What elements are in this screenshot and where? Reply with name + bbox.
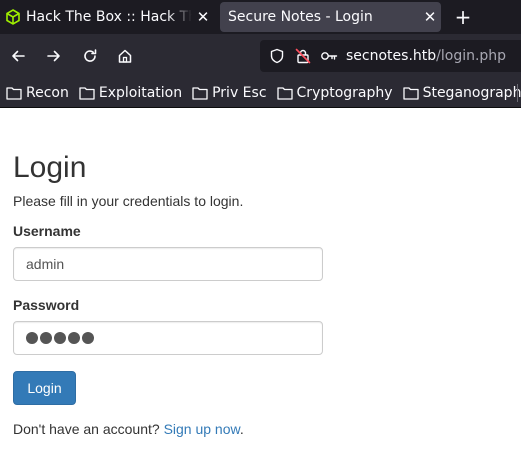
htb-cube-icon <box>6 9 20 25</box>
folder-icon <box>79 86 95 100</box>
bookmark-label: Exploitation <box>98 84 183 101</box>
tab-secure-notes[interactable]: Secure Notes - Login ✕ <box>220 2 441 32</box>
password-field[interactable] <box>13 321 323 355</box>
new-tab-button[interactable]: + <box>452 3 474 31</box>
reload-icon <box>84 49 97 62</box>
url-bar[interactable]: secnotes.htb/login.php <box>260 40 521 72</box>
folder-icon <box>192 86 208 100</box>
arrow-right-icon <box>47 50 60 62</box>
password-dot <box>82 332 94 344</box>
bookmark-exploitation[interactable]: Exploitation <box>79 85 182 101</box>
bookmark-recon[interactable]: Recon <box>6 85 69 101</box>
home-icon <box>118 49 132 63</box>
signup-link[interactable]: Sign up now <box>164 421 240 437</box>
bookmark-label: Recon <box>26 84 69 101</box>
url-text[interactable]: secnotes.htb/login.php <box>346 48 506 64</box>
password-mask <box>26 332 94 344</box>
insecure-lock-icon[interactable] <box>294 47 312 65</box>
password-dot <box>26 332 38 344</box>
tab-title: Secure Notes - Login <box>228 9 373 25</box>
bookmark-label: Cryptography <box>296 84 393 101</box>
shield-icon[interactable] <box>268 47 286 65</box>
url-host: secnotes.htb <box>346 48 437 64</box>
login-button[interactable]: Login <box>13 371 76 405</box>
reload-button[interactable] <box>78 44 102 68</box>
tab-hack-the-box[interactable]: Hack The Box :: Hack The Box ✕ <box>0 0 214 34</box>
bookmark-steganography[interactable]: Steganography <box>402 84 521 101</box>
folder-icon <box>6 86 22 100</box>
bookmark-label: Priv Esc <box>212 84 267 101</box>
key-icon[interactable] <box>320 47 338 65</box>
bookmarks-bar: Recon Exploitation Priv Esc Cryptography… <box>0 78 521 108</box>
url-path: /login.php <box>436 48 507 64</box>
bookmark-priv-esc[interactable]: Priv Esc <box>192 84 267 101</box>
arrow-left-icon <box>12 50 25 62</box>
forward-button[interactable] <box>42 44 66 68</box>
tab-bar: Hack The Box :: Hack The Box ✕ Secure No… <box>0 0 521 34</box>
username-field[interactable]: admin <box>13 247 323 281</box>
password-dot <box>68 332 80 344</box>
back-button[interactable] <box>6 44 30 68</box>
signup-prompt: Don't have an account? Sign up now. <box>13 421 244 437</box>
home-button[interactable] <box>113 44 137 68</box>
signup-suffix: . <box>239 421 244 437</box>
nav-bar: secnotes.htb/login.php <box>0 34 521 78</box>
bookmark-label: Steganography <box>422 84 521 101</box>
close-tab-icon[interactable]: ✕ <box>192 8 214 26</box>
bookmarks-divider <box>517 84 518 102</box>
no-account-text: Don't have an account? <box>13 421 160 437</box>
username-label: Username <box>13 223 81 239</box>
folder-icon <box>276 86 293 100</box>
close-tab-icon[interactable]: ✕ <box>419 8 441 26</box>
page-title: Login <box>13 151 87 184</box>
password-label: Password <box>13 297 80 313</box>
password-dot <box>40 332 52 344</box>
intro-text: Please fill in your credentials to login… <box>13 193 244 209</box>
password-dot <box>54 332 66 344</box>
username-value: admin <box>26 256 65 272</box>
bookmark-cryptography[interactable]: Cryptography <box>276 84 393 101</box>
folder-icon <box>402 86 419 100</box>
tab-title: Hack The Box :: Hack The Box <box>26 9 192 25</box>
